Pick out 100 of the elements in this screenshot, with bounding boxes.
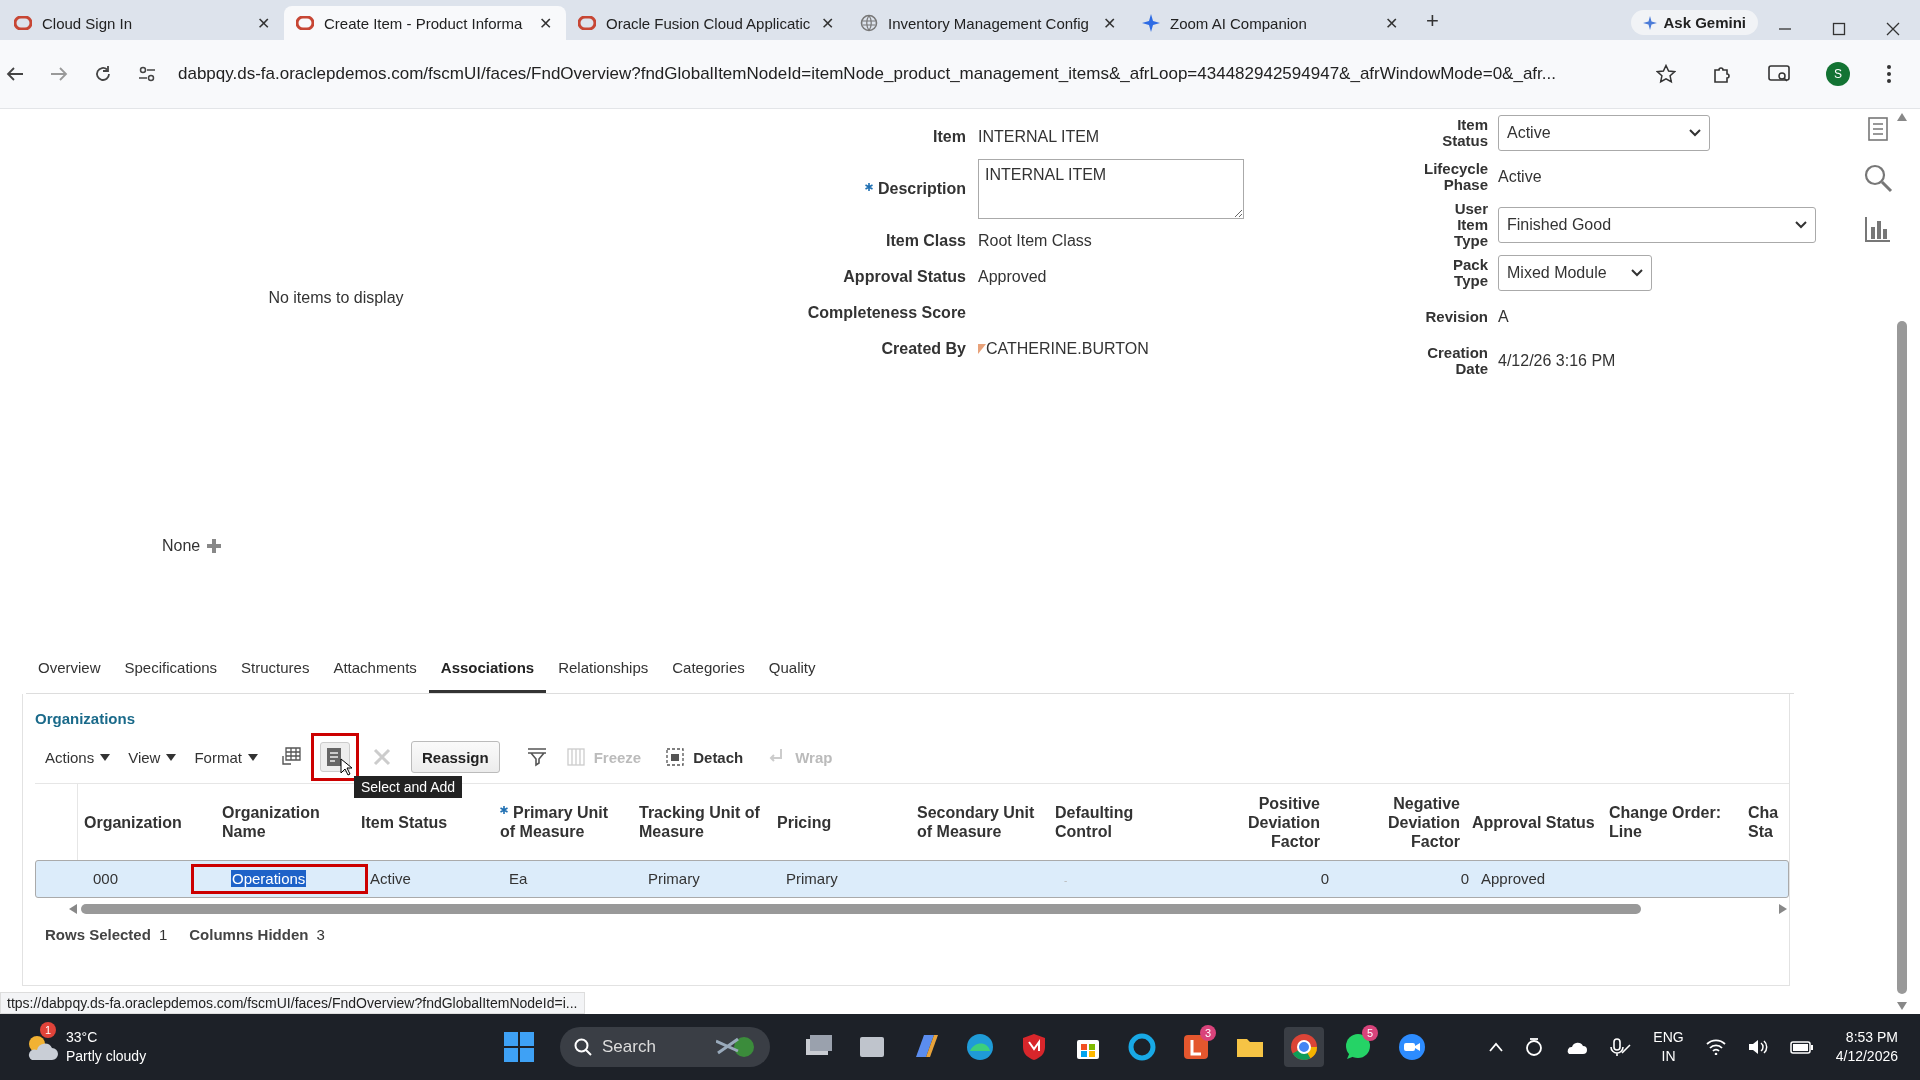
maximize-icon[interactable] — [1832, 22, 1846, 36]
more-menu-icon[interactable] — [1886, 64, 1892, 84]
wave-icon[interactable] — [964, 1031, 996, 1063]
back-arrow-icon[interactable] — [6, 65, 24, 83]
clock-time[interactable]: 8:53 PM — [1845, 1028, 1898, 1047]
screen-search-icon[interactable] — [1768, 64, 1790, 84]
speaker-icon[interactable] — [1747, 1039, 1768, 1055]
dropdown-field[interactable]: Active — [1498, 115, 1710, 151]
bar-chart-icon[interactable] — [1863, 215, 1892, 243]
tab-title: Inventory Management Config — [888, 14, 1090, 32]
address-bar[interactable]: dabpqy.ds-fa.oraclepdemos.com/fscmUI/faces/FndOverview?fndGlobalItemNodeId=itemNode_product_management_items&_afrLoop=434482942594947&_afrWindowMode=0&_afr... — [178, 64, 1556, 84]
tab[interactable]: Relationships — [546, 645, 661, 693]
table-cell-text: 000 — [92, 869, 120, 889]
field-label: Item — [933, 128, 966, 145]
tab[interactable]: Attachments — [321, 645, 429, 693]
column-header[interactable]: Pricing — [771, 812, 911, 832]
circle-icon[interactable] — [1525, 1037, 1544, 1057]
clock-date[interactable]: 4/12/2026 — [1835, 1047, 1898, 1066]
star-icon[interactable] — [1656, 64, 1676, 84]
caret-icon — [247, 753, 258, 761]
column-header[interactable]: Secondary Unit of Measure — [911, 803, 1049, 841]
close-icon[interactable]: ✕ — [821, 13, 834, 33]
column-header[interactable]: Cha Sta — [1742, 803, 1777, 841]
empty-message: No items to display — [268, 289, 404, 307]
tab[interactable]: Categories — [660, 645, 757, 693]
description-field[interactable]: INTERNAL ITEM — [978, 159, 1244, 219]
field-label: Item Status — [1441, 115, 1488, 151]
close-icon[interactable]: ✕ — [1385, 13, 1398, 33]
close-icon[interactable]: ✕ — [539, 13, 552, 33]
browser-tab[interactable]: Oracle Fusion Cloud Applicatic ✕ — [566, 6, 848, 40]
reload-icon[interactable] — [94, 65, 112, 83]
microphone-icon[interactable] — [1609, 1037, 1632, 1057]
dropdown-field[interactable]: Finished Good — [1498, 207, 1816, 243]
column-header[interactable]: Primary Unit of Measure — [494, 803, 633, 841]
footer-label: Rows Selected — [45, 926, 151, 943]
menu-button[interactable]: View — [128, 748, 177, 766]
close-icon[interactable]: ✕ — [1103, 13, 1116, 33]
search-field[interactable]: Search — [560, 1027, 770, 1067]
close-icon[interactable]: ✕ — [257, 13, 270, 33]
tab[interactable]: Quality — [756, 645, 828, 693]
footer-value: 1 — [158, 926, 168, 943]
column-header[interactable]: Negative Deviation Factor — [1326, 793, 1466, 851]
menu-button[interactable]: Actions — [45, 748, 111, 766]
windows-start-icon[interactable] — [504, 1032, 534, 1062]
scroll-left-icon[interactable] — [69, 904, 77, 914]
menu-button[interactable]: Format — [194, 748, 258, 766]
tab[interactable]: Structures — [229, 645, 322, 693]
scroll-down-icon[interactable] — [1896, 1002, 1907, 1010]
ring-icon[interactable] — [1126, 1031, 1158, 1063]
flag-icon — [978, 344, 986, 354]
tooltip: Select and Add — [353, 776, 463, 798]
browser-tab[interactable]: Cloud Sign In ✕ — [2, 6, 284, 40]
search-icon[interactable] — [1862, 163, 1893, 193]
notification-badge: 3 — [1200, 1025, 1216, 1041]
add-icon[interactable] — [206, 538, 223, 554]
column-header[interactable]: Organization Name — [216, 803, 355, 841]
column-header[interactable]: Positive Deviation Factor — [1188, 793, 1326, 851]
scroll-up-icon[interactable] — [1896, 113, 1907, 121]
tab[interactable]: Associations — [428, 645, 547, 693]
footer-label: Columns Hidden — [189, 926, 309, 943]
chevron-down-icon — [1631, 269, 1643, 277]
browser-tab[interactable]: Inventory Management Config ✕ — [848, 6, 1130, 40]
detach-button[interactable]: Detach — [665, 746, 744, 768]
puzzle-icon[interactable] — [1712, 64, 1732, 84]
column-header[interactable]: Approval Status — [1466, 812, 1603, 832]
tab-title: Oracle Fusion Cloud Applicatic — [606, 14, 811, 32]
section-title: Organizations — [35, 710, 136, 727]
new-tab-button[interactable]: + — [1426, 8, 1439, 34]
vertical-scrollbar[interactable] — [1896, 321, 1907, 994]
chevron-up-icon[interactable] — [1489, 1042, 1504, 1052]
close-icon[interactable] — [1886, 22, 1900, 36]
freeze-icon — [565, 746, 586, 768]
site-settings-icon[interactable] — [138, 65, 156, 83]
column-header[interactable]: Change Order: Line — [1603, 803, 1742, 841]
table-row[interactable]: 000 Operations Active Ea Primary Primary - 0 0 Approved — [35, 860, 1789, 898]
browser-tab[interactable]: Create Item - Product Informa ✕ — [284, 6, 566, 40]
horizontal-scrollbar[interactable] — [81, 904, 1641, 914]
battery-icon[interactable] — [1789, 1040, 1814, 1054]
wifi-icon[interactable] — [1705, 1039, 1726, 1055]
column-header[interactable]: Defaulting Control — [1049, 803, 1188, 841]
column-header[interactable]: Tracking Unit of Measure — [633, 803, 771, 841]
region-indicator[interactable]: IN — [1661, 1047, 1676, 1066]
forward-arrow-icon[interactable] — [50, 65, 68, 83]
reassign-button[interactable]: Reassign — [410, 741, 500, 773]
tab[interactable]: Overview — [26, 645, 113, 693]
ask-gemini-button[interactable]: Ask Gemini — [1631, 10, 1758, 35]
column-header[interactable]: Item Status — [355, 812, 494, 832]
language-indicator[interactable]: ENG — [1653, 1028, 1684, 1047]
notification-badge: 5 — [1362, 1025, 1378, 1041]
field-label: Lifecycle Phase — [1424, 159, 1488, 195]
column-header[interactable]: Organization — [78, 812, 216, 832]
camera-icon[interactable] — [1396, 1031, 1428, 1063]
profile-avatar[interactable]: S — [1826, 62, 1850, 86]
dropdown-field[interactable]: Mixed Module — [1498, 255, 1652, 291]
tab[interactable]: Specifications — [112, 645, 230, 693]
browser-tab[interactable]: Zoom AI Companion ✕ — [1130, 6, 1412, 40]
caret-icon — [100, 753, 111, 761]
scroll-right-icon[interactable] — [1779, 904, 1787, 914]
document-icon[interactable] — [1866, 117, 1889, 141]
table-cell-text: Ea — [508, 869, 529, 889]
